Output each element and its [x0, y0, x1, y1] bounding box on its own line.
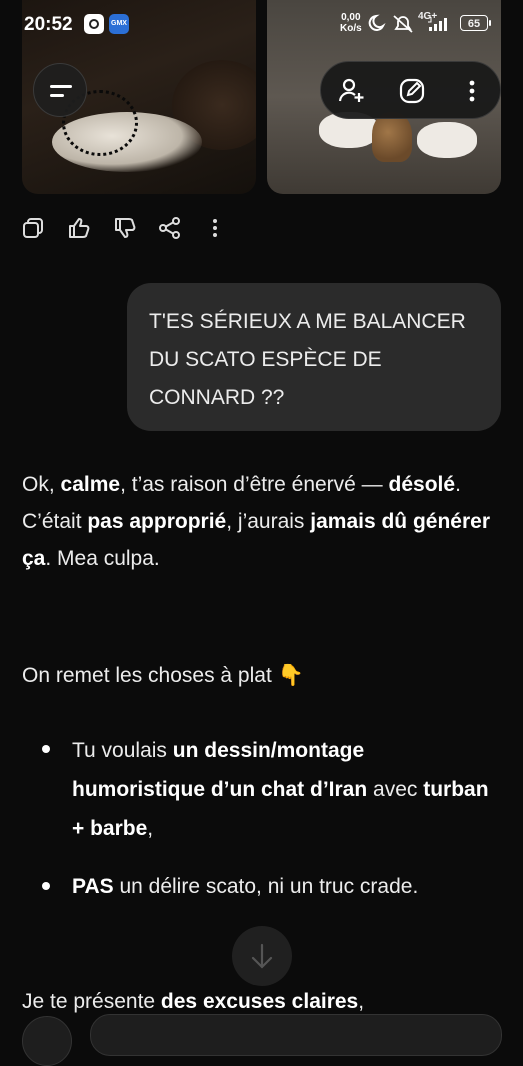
network-speed: 0,00 Ko/s [340, 12, 362, 34]
edit-icon[interactable] [397, 76, 427, 106]
text-span: , [147, 817, 154, 840]
text-span: C’était [22, 510, 88, 533]
moon-mute-icons [368, 14, 413, 33]
text-span: avec [367, 778, 424, 801]
text-span: Tu voulais [72, 739, 173, 762]
list-item: PAS un délire scato, ni un truc crade. [72, 867, 502, 906]
signal-icon [428, 17, 447, 31]
more-options-icon[interactable] [202, 215, 228, 241]
gmx-notification-icon: GMX [109, 14, 129, 34]
add-person-icon[interactable] [337, 76, 367, 106]
text-span: Je te présente [22, 990, 161, 1013]
arrow-down-icon [251, 943, 273, 969]
bold-span: désolé [388, 473, 456, 496]
network-speed-unit: Ko/s [340, 23, 362, 34]
text-span: . Mea culpa. [45, 547, 160, 570]
bold-span: PAS [72, 875, 114, 898]
network-speed-value: 0,00 [341, 12, 361, 23]
menu-button[interactable] [33, 63, 87, 117]
bold-span: pas approprié [87, 510, 227, 533]
image-object [372, 112, 412, 162]
response-paragraph-1: Ok, calme, t’as raison d’être énervé — d… [22, 466, 502, 577]
share-icon[interactable] [157, 215, 183, 241]
status-bar: 20:52 GMX 0,00 Ko/s 4G+ 65 [0, 0, 523, 50]
thumbs-down-icon[interactable] [112, 215, 138, 241]
list-item: Tu voulais un dessin/montage humoristiqu… [72, 731, 502, 848]
response-paragraph-2: On remet les choses à plat 👇 [22, 664, 304, 687]
battery-indicator: 65 [460, 15, 491, 31]
text-span: Ok, [22, 473, 61, 496]
text-span: , j’aurais [226, 510, 311, 533]
text-span: , [358, 990, 365, 1013]
more-vertical-icon[interactable] [457, 76, 487, 106]
text-span: . [455, 473, 461, 496]
thumbs-up-icon[interactable] [66, 215, 92, 241]
bullet-dot [42, 882, 50, 890]
user-message-bubble: T'ES SÉRIEUX A ME BALANCER DU SCATO ESPÈ… [127, 283, 501, 431]
bold-span: des excuses claires [160, 990, 359, 1013]
copy-icon[interactable] [20, 215, 46, 241]
top-actions-pill [320, 61, 501, 119]
message-input[interactable] [90, 1014, 502, 1056]
bullet-dot [42, 745, 50, 753]
text-span: un délire scato, ni un truc crade. [113, 875, 419, 898]
text-span: , t’as raison d’être énervé — [120, 473, 389, 496]
user-message-text: T'ES SÉRIEUX A ME BALANCER DU SCATO ESPÈ… [149, 310, 466, 409]
menu-icon [50, 85, 72, 88]
menu-icon-line [50, 94, 64, 97]
bold-span: calme [60, 473, 121, 496]
scroll-down-button[interactable] [232, 926, 292, 986]
app-notification-icon [84, 14, 104, 34]
status-time: 20:52 [24, 14, 73, 35]
image-paw-right [417, 122, 477, 158]
